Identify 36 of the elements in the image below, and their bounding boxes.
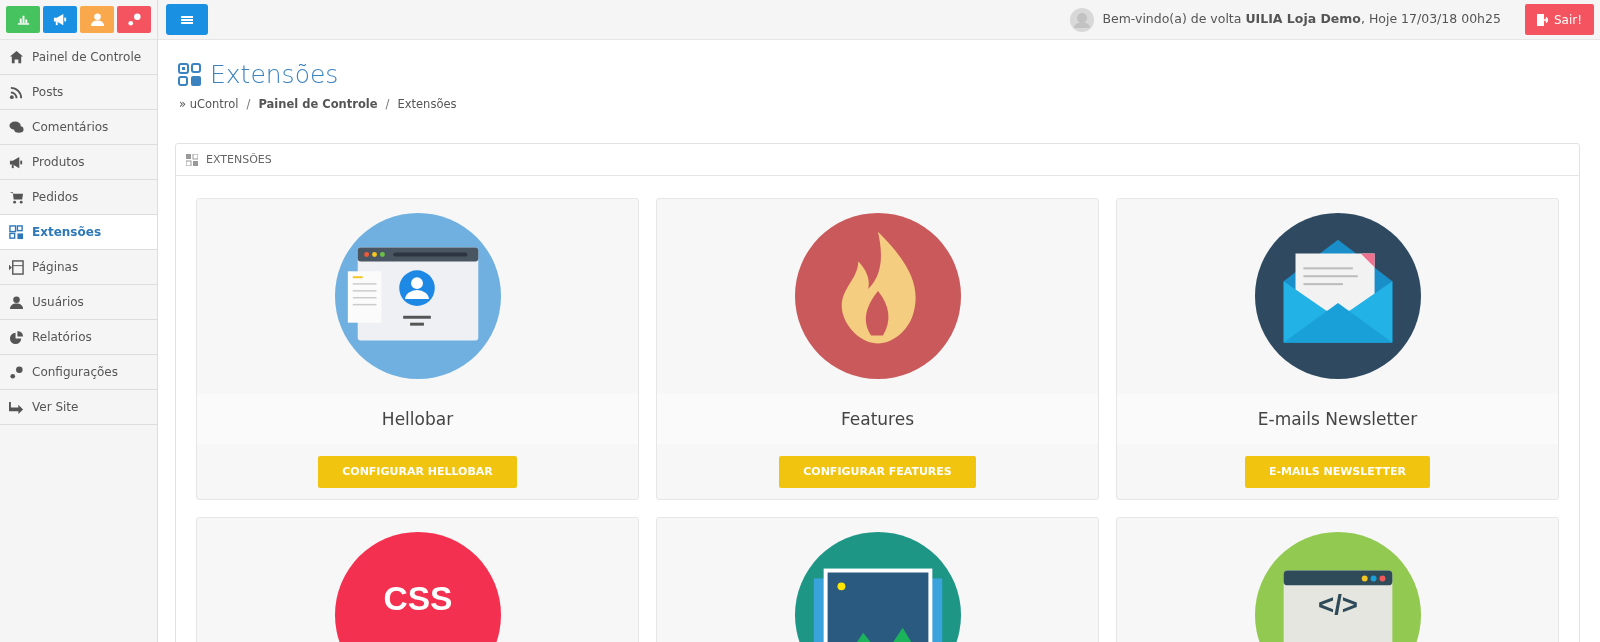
blocks-icon <box>9 224 24 240</box>
blocks-icon <box>186 153 198 166</box>
breadcrumb-separator: / <box>385 96 390 113</box>
breadcrumb-link[interactable]: Painel de Controle <box>258 96 378 114</box>
user-icon <box>89 12 105 27</box>
breadcrumb-current: Extensões <box>397 96 457 113</box>
panel-title: EXTENSÕES <box>206 151 272 168</box>
pages-icon <box>9 259 24 275</box>
exit-icon <box>1536 13 1548 26</box>
home-icon <box>9 49 24 65</box>
extension-title: Hellobar <box>381 407 454 431</box>
pie-icon <box>9 329 24 345</box>
extension-title: Features <box>840 407 915 431</box>
comments-icon <box>9 119 24 135</box>
feed-icon <box>9 84 24 100</box>
shortcut-button[interactable] <box>80 6 114 33</box>
shortcut-button[interactable] <box>6 6 40 33</box>
blocks-icon <box>178 63 202 87</box>
icon-label: CSS <box>383 580 452 618</box>
shortcut-button[interactable] <box>43 6 77 33</box>
extension-title: E-mails Newsletter <box>1257 407 1418 431</box>
icon-label: </> <box>1317 589 1358 621</box>
breadcrumb-link[interactable]: » uControl <box>179 96 239 114</box>
breadcrumb-separator: / <box>246 96 251 113</box>
megaphone-icon <box>52 12 68 27</box>
menu-button[interactable] <box>166 4 208 35</box>
welcome-text: Bem-vindo(a) de volta UILIA Loja Demo, Hoje 17/03/18 00h25 <box>1102 10 1501 29</box>
shortcut-button[interactable] <box>117 6 151 33</box>
page-title: Extensões <box>210 60 339 90</box>
menu-icon <box>181 14 193 25</box>
avatar-icon <box>1070 7 1095 32</box>
megaphone-icon <box>9 154 24 170</box>
user-icon <box>9 294 24 310</box>
cart-icon <box>9 189 24 205</box>
sidebar-item[interactable]: Extensões <box>0 215 157 250</box>
share-icon <box>9 399 24 415</box>
